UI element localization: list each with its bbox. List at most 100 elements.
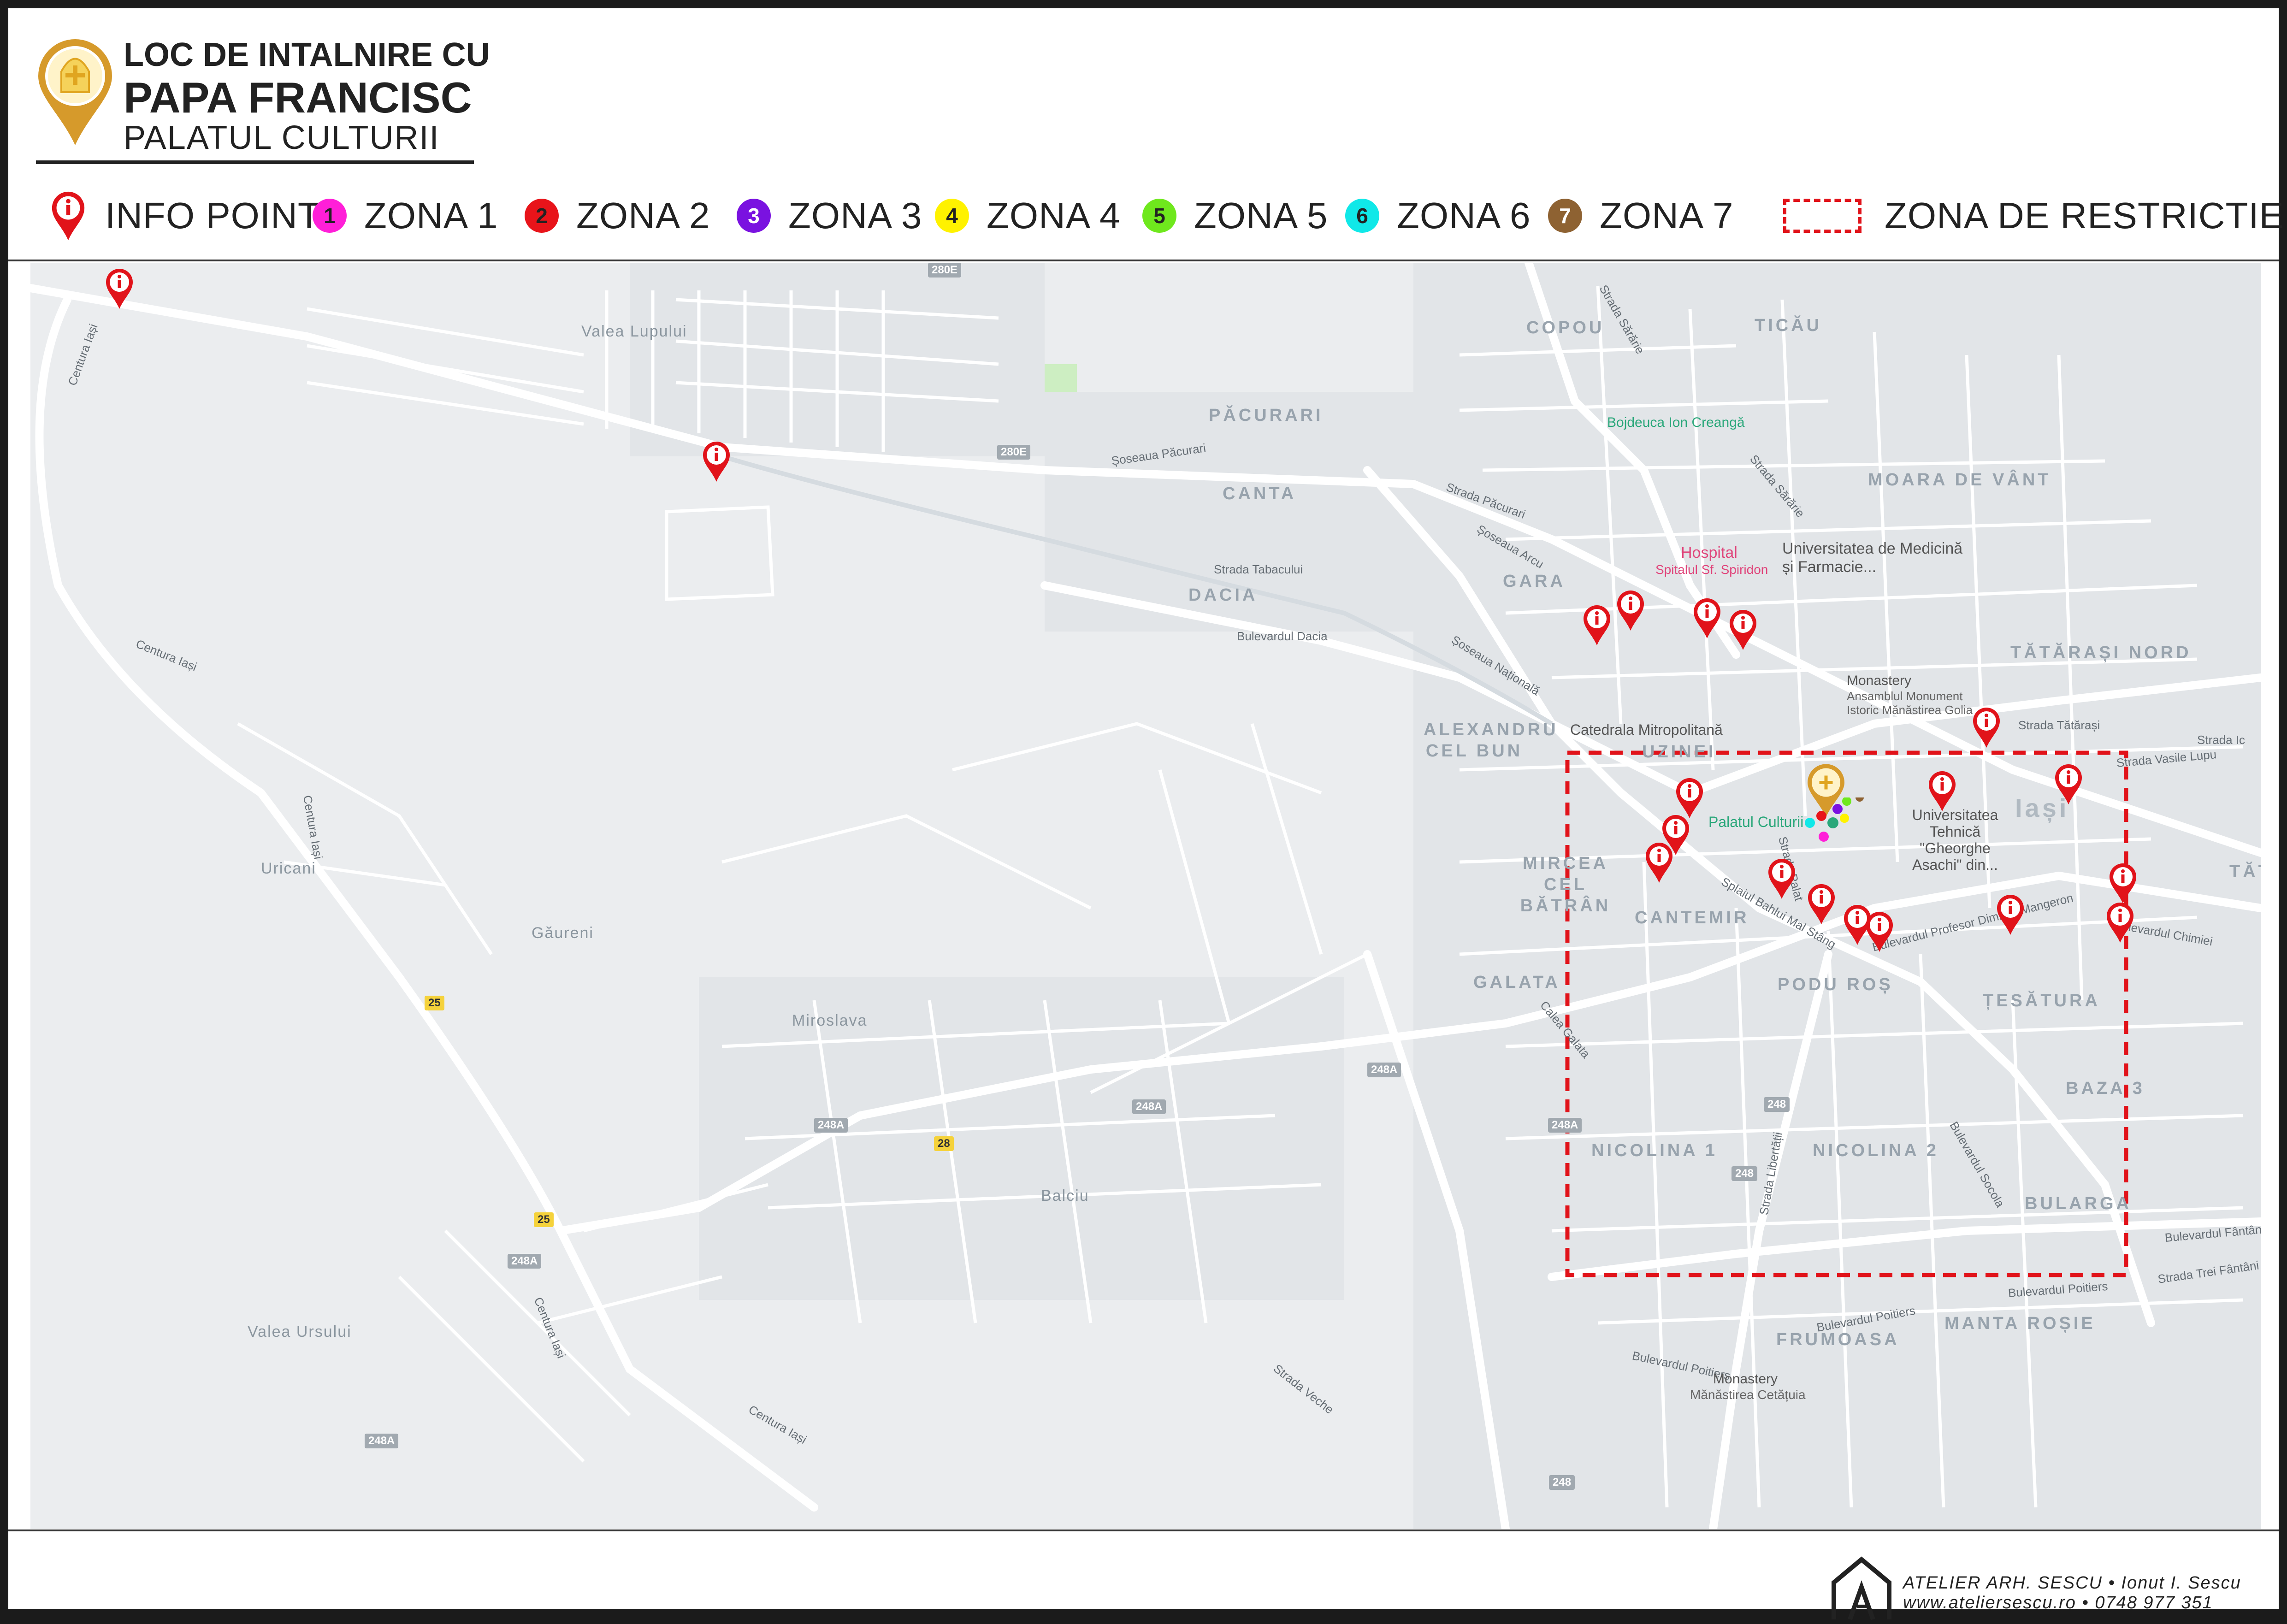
header: LOC DE INTALNIRE CU PAPA FRANCISC PALATU… — [8, 8, 2284, 260]
info-pin-icon[interactable] — [1995, 893, 2026, 936]
zone-marker-icon: 5 — [1142, 199, 1176, 233]
district-label: UZINEI — [1642, 742, 1716, 762]
district-label: TĂTĂRAȘI NORD — [2010, 643, 2192, 662]
separator-dot: • — [2108, 1573, 2122, 1593]
info-pin-icon[interactable] — [2108, 862, 2138, 904]
title-line-1: LOC DE INTALNIRE CU — [124, 36, 490, 73]
district-label: CANTA — [1223, 484, 1297, 503]
legend-label-restriction: ZONA DE RESTRICTIE — [1885, 195, 2284, 236]
poi-bojdeuca[interactable]: Bojdeuca Ion Creangă — [1607, 415, 1745, 431]
place-label: Uricani — [261, 860, 316, 877]
district-label: TĂT — [2229, 862, 2261, 881]
district-label: PODU ROȘ — [1778, 975, 1893, 994]
title-line-2: PAPA FRANCISC — [124, 73, 472, 122]
poi-monastery[interactable]: Monastery — [1847, 673, 1911, 689]
map-poster: LOC DE INTALNIRE CU PAPA FRANCISC PALATU… — [8, 8, 2284, 1620]
info-pin-icon[interactable] — [1767, 857, 1797, 900]
zone-marker-icon: 3 — [737, 199, 771, 233]
road-shield: 248A — [365, 1434, 399, 1448]
legend-label-zone: ZONA 5 — [1194, 195, 1328, 236]
info-pin-icon[interactable] — [2105, 901, 2135, 944]
website-link[interactable]: www.ateliersescu.ro — [1903, 1593, 2076, 1612]
legend-zone-5: 5 ZONA 5 — [1142, 190, 1328, 241]
footer-divider — [8, 1530, 2279, 1531]
footer-line-2: www.ateliersescu.ro • 0748 977 351 — [1903, 1593, 2241, 1613]
poi-cathedral[interactable]: Catedrala Mitropolitană — [1570, 721, 1723, 738]
phone-number[interactable]: 0748 977 351 — [2095, 1593, 2213, 1612]
district-label: GARA — [1503, 572, 1566, 591]
info-pin-icon[interactable] — [1971, 706, 2002, 749]
info-pin-icon[interactable] — [701, 440, 732, 483]
poi-hospital-name: Spitalul Sf. Spiridon — [1655, 562, 1768, 577]
map-panel[interactable]: Valea Lupului COPOU TICĂU PĂCURARI CANTA… — [30, 263, 2261, 1529]
road-shield: 248 — [1732, 1166, 1758, 1181]
header-divider — [8, 260, 2279, 261]
road-shield: 248 — [1549, 1475, 1575, 1490]
info-pin-icon[interactable] — [1864, 910, 1895, 953]
place-label: Balciu — [1041, 1187, 1089, 1205]
title-line-3: PALATUL CULTURII — [124, 119, 440, 156]
district-label: PĂCURARI — [1209, 406, 1324, 425]
info-pin-icon — [52, 191, 85, 241]
legend-label-zone: ZONA 3 — [788, 195, 922, 236]
district-label: ȚESĂTURA — [1983, 991, 2100, 1010]
place-label: Valea Ursului — [248, 1323, 352, 1341]
district-label: ALEXANDRU CEL BUN — [1424, 720, 1559, 761]
district-label: MANTA ROȘIE — [1944, 1314, 2096, 1333]
info-pin-icon[interactable] — [1728, 608, 1758, 651]
road-shield: 248 — [1764, 1097, 1790, 1112]
zone-marker-icon: 1 — [313, 199, 347, 233]
zone-marker-icon: 4 — [935, 199, 969, 233]
poi-hospital[interactable]: Hospital — [1681, 544, 1737, 562]
info-pin-icon[interactable] — [1806, 883, 1837, 925]
zone-marker-icon: 7 — [1548, 199, 1582, 233]
district-label: DACIA — [1188, 585, 1258, 605]
info-pin-icon[interactable] — [1692, 597, 1722, 639]
legend-zone-6: 6 ZONA 6 — [1345, 190, 1531, 241]
legend-label-zone: ZONA 7 — [1600, 195, 1734, 236]
info-pin-icon[interactable] — [2053, 763, 2084, 805]
poi-palatul-culturii[interactable]: Palatul Culturii — [1708, 814, 1803, 831]
pope-location-logo — [38, 39, 112, 145]
road-shield: 248A — [1548, 1118, 1582, 1133]
info-pin-icon[interactable] — [1927, 770, 1957, 812]
district-label: GALATA — [1473, 973, 1560, 992]
info-pin-icon[interactable] — [1644, 841, 1674, 884]
legend-label-zone: ZONA 4 — [987, 195, 1121, 236]
separator-dot: • — [2082, 1593, 2095, 1612]
district-label: NICOLINA 2 — [1813, 1141, 1939, 1160]
restriction-zone-swatch — [1783, 199, 1862, 233]
district-label: FRUMOASA — [1776, 1330, 1900, 1349]
zone-marker-icon: 2 — [525, 199, 559, 233]
zone-marker-icon: 6 — [1345, 199, 1379, 233]
legend-label-zone: ZONA 2 — [576, 195, 710, 236]
info-pin-icon[interactable] — [1582, 604, 1612, 646]
road-shield: 248A — [1132, 1099, 1166, 1114]
zone-dots-cluster — [1805, 797, 1864, 842]
road-shield: 280E — [928, 263, 962, 278]
district-label: CANTEMIR — [1635, 908, 1749, 927]
street-label: Bulevardul Dacia — [1237, 629, 1328, 643]
road-shield: 248A — [814, 1118, 848, 1133]
district-label: MIRCEA CEL BĂTRÂN — [1520, 854, 1611, 915]
legend-label-zone: ZONA 1 — [364, 195, 498, 236]
poi-cetatuia-name: Mănăstirea Cetățuia — [1690, 1388, 1806, 1402]
info-pin-icon[interactable] — [1615, 589, 1646, 632]
street-label: Strada Tabacului — [1214, 562, 1303, 576]
poi-umf[interactable]: Universitatea de Medicină și Farmacie... — [1782, 539, 1976, 576]
info-pin-icon[interactable] — [104, 267, 135, 310]
road-shield: 25 — [425, 996, 444, 1010]
road-shield: 28 — [934, 1136, 954, 1151]
legend-label-info-point: INFO POINT — [105, 195, 321, 236]
place-label: Miroslava — [792, 1012, 868, 1029]
road-shield: 248A — [1367, 1063, 1401, 1077]
poi-tuiasi[interactable]: Universitatea Tehnică "Gheorghe Asachi" … — [1895, 807, 2015, 873]
legend-zone-1: 1 ZONA 1 — [313, 190, 498, 241]
info-pin-icon[interactable] — [1674, 777, 1705, 819]
legend-zone-2: 2 ZONA 2 — [525, 190, 710, 241]
district-label: NICOLINA 1 — [1591, 1141, 1718, 1160]
poi-monastery-cetatuia[interactable]: Monastery — [1713, 1371, 1778, 1387]
footer-credits: ATELIER ARH. SESCU • Ionut I. Sescu www.… — [1903, 1573, 2241, 1613]
footer: ATELIER ARH. SESCU • Ionut I. Sescu www.… — [8, 1532, 2279, 1620]
legend-zone-4: 4 ZONA 4 — [935, 190, 1121, 241]
